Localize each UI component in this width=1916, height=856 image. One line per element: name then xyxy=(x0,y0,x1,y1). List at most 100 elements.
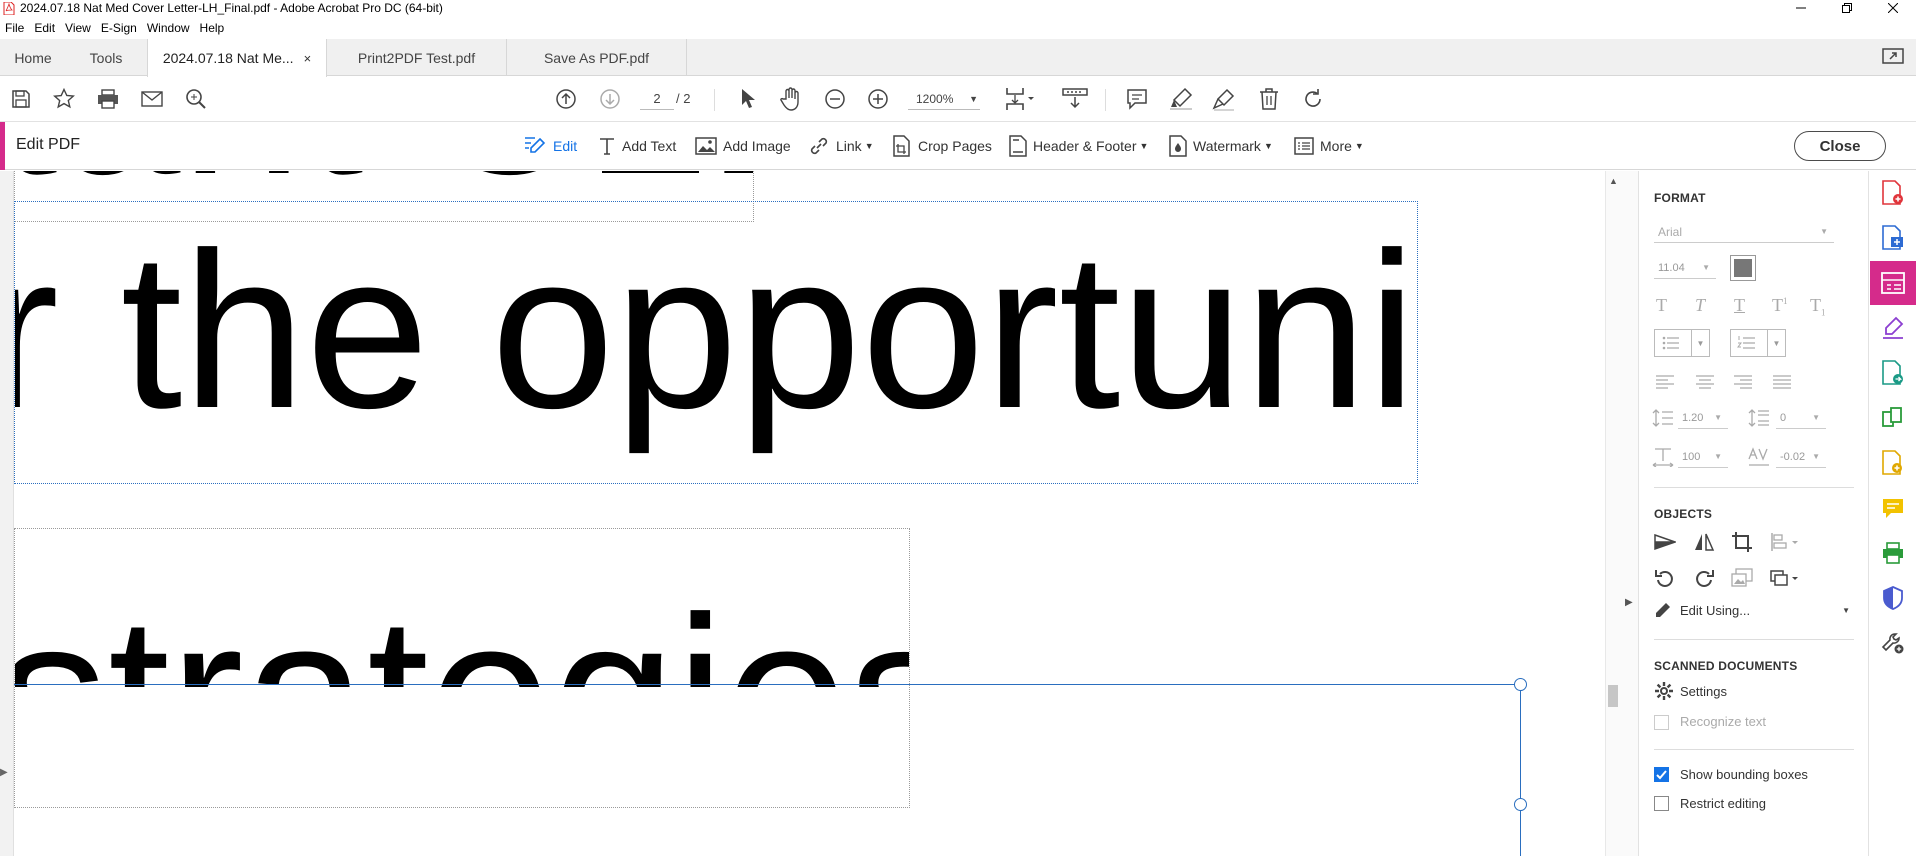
hand-tool-button[interactable] xyxy=(779,87,803,111)
restore-button[interactable] xyxy=(1824,0,1870,16)
search-button[interactable] xyxy=(184,87,208,111)
restrict-editing-checkbox[interactable] xyxy=(1654,796,1669,811)
rotate-button[interactable] xyxy=(1301,87,1325,111)
recognize-text-checkbox[interactable] xyxy=(1654,715,1669,730)
fill-sign-tool[interactable] xyxy=(1870,306,1916,350)
chevron-down-icon[interactable]: ▼ xyxy=(1691,330,1709,356)
edit-pdf-tool[interactable] xyxy=(1870,261,1916,305)
arrange-objects-icon[interactable] xyxy=(1770,567,1800,589)
scan-settings-button[interactable]: Settings xyxy=(1654,681,1727,701)
bullet-list-button[interactable]: ▼ xyxy=(1654,329,1710,357)
flip-vertical-icon[interactable] xyxy=(1654,531,1676,553)
numbered-list-button[interactable]: ▼ xyxy=(1730,329,1786,357)
collapse-panel-icon[interactable]: ▶ xyxy=(1625,597,1633,608)
header-footer-button[interactable]: Header & Footer ▼ xyxy=(1009,134,1148,158)
watermark-button[interactable]: Watermark ▼ xyxy=(1169,134,1273,158)
tab-document-active[interactable]: 2024.07.18 Nat Me... × xyxy=(147,39,327,77)
bookmark-button[interactable] xyxy=(52,87,76,111)
text-bold-icon[interactable]: T xyxy=(1656,295,1667,316)
rotate-left-icon[interactable] xyxy=(1654,567,1676,589)
select-tool-button[interactable] xyxy=(736,87,760,111)
scroll-mode-button[interactable] xyxy=(1061,87,1089,111)
vertical-scrollbar[interactable]: ▲ xyxy=(1605,171,1619,856)
print-production-tool[interactable] xyxy=(1870,531,1916,575)
delete-button[interactable] xyxy=(1257,87,1281,111)
menu-view[interactable]: View xyxy=(60,21,96,35)
text-subscript-icon[interactable]: T1 xyxy=(1810,295,1826,318)
comment-button[interactable] xyxy=(1125,87,1149,111)
tab-home[interactable]: Home xyxy=(0,39,66,76)
font-family-select[interactable]: Arial ▼ xyxy=(1654,221,1834,243)
text-underline-icon[interactable]: T xyxy=(1734,295,1745,316)
menu-help[interactable]: Help xyxy=(195,21,230,35)
chevron-down-icon[interactable]: ▼ xyxy=(1767,330,1785,356)
page-number-input[interactable]: 2 xyxy=(640,88,674,110)
align-left-icon[interactable] xyxy=(1654,371,1676,393)
left-panel-toggle-icon[interactable]: ▶ xyxy=(0,767,8,778)
more-button[interactable]: More ▼ xyxy=(1294,134,1364,158)
flip-horizontal-icon[interactable] xyxy=(1693,531,1715,553)
align-justify-icon[interactable] xyxy=(1771,371,1793,393)
combine-files-tool[interactable] xyxy=(1870,441,1916,485)
text-superscript-icon[interactable]: T1 xyxy=(1772,295,1788,316)
previous-page-button[interactable] xyxy=(554,87,578,111)
add-text-button[interactable]: Add Text xyxy=(598,134,676,158)
close-edit-button[interactable]: Close xyxy=(1794,131,1886,161)
export-pdf-tool[interactable] xyxy=(1870,171,1916,215)
replace-image-icon[interactable] xyxy=(1731,567,1753,589)
text-italic-icon[interactable]: T xyxy=(1695,295,1705,316)
zoom-in-button[interactable] xyxy=(866,87,890,111)
tab-document[interactable]: Save As PDF.pdf xyxy=(507,39,687,76)
tab-tools[interactable]: Tools xyxy=(66,39,146,76)
align-center-icon[interactable] xyxy=(1694,371,1716,393)
document-view[interactable]: tant CLL r the opportunity strategies ▶ xyxy=(0,171,1605,856)
font-color-swatch[interactable] xyxy=(1730,255,1756,281)
next-page-button[interactable] xyxy=(598,87,622,111)
tab-document[interactable]: Print2PDF Test.pdf xyxy=(327,39,507,76)
create-pdf-tool[interactable] xyxy=(1870,216,1916,260)
print-button[interactable] xyxy=(96,87,120,111)
scroll-up-icon[interactable]: ▲ xyxy=(1609,176,1618,186)
more-tools[interactable] xyxy=(1870,621,1916,665)
link-button[interactable]: Link ▼ xyxy=(808,134,874,158)
menu-esign[interactable]: E-Sign xyxy=(96,21,142,35)
menu-file[interactable]: File xyxy=(0,21,29,35)
tab-close-icon[interactable]: × xyxy=(304,51,312,66)
crop-image-icon[interactable] xyxy=(1731,531,1753,553)
align-objects-icon[interactable] xyxy=(1770,531,1800,553)
comment-tool[interactable] xyxy=(1870,486,1916,530)
resize-handle[interactable] xyxy=(1514,798,1527,811)
font-size-select[interactable]: 11.04 ▼ xyxy=(1654,257,1716,279)
horizontal-scale-select[interactable]: 100 ▼ xyxy=(1678,446,1728,468)
text-box[interactable]: strategies xyxy=(14,528,910,808)
page-display-button[interactable] xyxy=(1004,87,1038,111)
edit-using-button[interactable]: Edit Using... ▼ xyxy=(1654,601,1854,619)
save-button[interactable] xyxy=(9,87,33,111)
crop-pages-button[interactable]: Crop Pages xyxy=(892,134,992,158)
sign-button[interactable] xyxy=(1212,87,1236,111)
menu-edit[interactable]: Edit xyxy=(29,21,60,35)
paragraph-spacing-select[interactable]: 0 ▼ xyxy=(1776,407,1826,429)
window-close-button[interactable] xyxy=(1870,0,1916,16)
zoom-level-select[interactable]: 1200% ▼ xyxy=(908,88,980,110)
align-right-icon[interactable] xyxy=(1732,371,1754,393)
add-image-button[interactable]: Add Image xyxy=(695,134,791,158)
show-bounding-boxes-checkbox[interactable] xyxy=(1654,767,1669,782)
protect-tool[interactable] xyxy=(1870,576,1916,620)
minimize-button[interactable] xyxy=(1778,0,1824,16)
share-screen-button[interactable] xyxy=(1882,47,1904,67)
rotate-right-icon[interactable] xyxy=(1693,567,1715,589)
char-spacing-value: -0.02 xyxy=(1780,451,1806,463)
email-button[interactable] xyxy=(140,87,164,111)
text-box-selected[interactable]: r the opportunity xyxy=(14,201,1418,484)
export-tool[interactable] xyxy=(1870,351,1916,395)
char-spacing-select[interactable]: -0.02 ▼ xyxy=(1776,446,1826,468)
resize-handle[interactable] xyxy=(1514,678,1527,691)
menu-window[interactable]: Window xyxy=(142,21,195,35)
highlight-button[interactable] xyxy=(1169,87,1193,111)
scroll-thumb[interactable] xyxy=(1608,685,1618,707)
organize-pages-tool[interactable] xyxy=(1870,396,1916,440)
line-spacing-select[interactable]: 1.20 ▼ xyxy=(1678,407,1728,429)
edit-tool-button[interactable]: Edit xyxy=(523,134,577,158)
zoom-out-button[interactable] xyxy=(823,87,847,111)
